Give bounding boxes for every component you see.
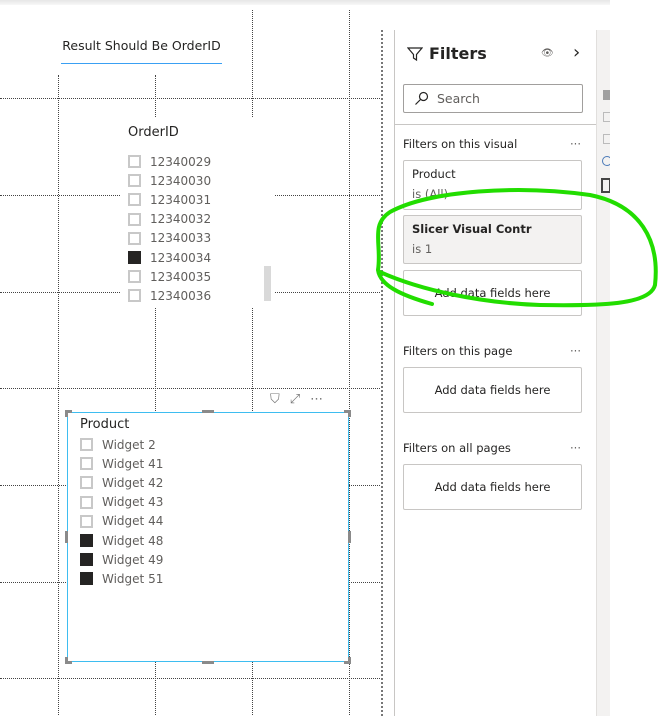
filter-card-state: is (All)	[412, 187, 449, 201]
visual-icon[interactable]	[603, 90, 610, 100]
slicer-icon[interactable]	[601, 178, 610, 193]
filters-pane: Filters 👁 › Search Filters on this visua…	[394, 30, 597, 716]
filters-title: Filters	[429, 44, 487, 63]
add-fields-all-pages[interactable]: Add data fields here	[403, 464, 582, 510]
filter-icon[interactable]: ⛉	[270, 392, 280, 407]
section-filters-on-page: Filters on this page ···	[403, 344, 581, 358]
title-underline	[61, 63, 222, 64]
canvas-divider	[381, 30, 383, 716]
search-icon	[415, 91, 429, 105]
checkbox[interactable]	[80, 495, 93, 509]
more-options-icon[interactable]: ···	[570, 344, 581, 358]
add-fields-label: Add data fields here	[434, 383, 551, 397]
checkbox[interactable]	[80, 534, 93, 548]
checkbox[interactable]	[128, 193, 141, 207]
add-fields-visual[interactable]: Add data fields here	[403, 270, 582, 316]
slicer-item[interactable]: 12340035	[128, 267, 275, 286]
slicer-item-label: 12340030	[150, 173, 212, 188]
empty-area	[610, 0, 660, 716]
add-fields-page[interactable]: Add data fields here	[403, 367, 582, 413]
slicer-item[interactable]: 12340032	[128, 210, 275, 229]
slicer-item-label: Widget 49	[102, 552, 164, 567]
slicer-item-label: Widget 51	[102, 571, 164, 586]
checkbox[interactable]	[128, 270, 141, 284]
slicer-item[interactable]: Widget 43	[80, 493, 348, 512]
slicer-item[interactable]: 12340033	[128, 229, 275, 248]
add-fields-label: Add data fields here	[434, 286, 551, 300]
slicer-scrollbar[interactable]	[264, 266, 271, 301]
filters-search-input[interactable]: Search	[403, 84, 583, 113]
slicer-item[interactable]: 12340031	[128, 190, 275, 209]
slicer-item[interactable]: 12340030	[128, 171, 275, 190]
visual-icon[interactable]	[603, 134, 610, 144]
more-options-icon[interactable]: ···	[570, 441, 581, 455]
slicer-item[interactable]: Widget 51	[80, 569, 348, 588]
filter-card-state: is 1	[412, 242, 433, 256]
slicer-item-label: Widget 44	[102, 514, 164, 529]
orderid-slicer[interactable]: OrderID 12340029 12340030 12340031 12340032…	[120, 118, 275, 308]
checkbox[interactable]	[80, 553, 93, 567]
product-slicer[interactable]: Product Widget 2 Widget 41 Widget 42 Widget…	[65, 410, 351, 664]
funnel-icon	[407, 46, 423, 61]
slicer-item-label: 12340029	[150, 154, 212, 169]
slicer-item[interactable]: 12340034	[128, 248, 275, 267]
section-label: Filters on this visual	[403, 137, 518, 151]
filter-card-product[interactable]: Product is (All)	[403, 160, 582, 210]
slicer-item-label: Widget 48	[102, 533, 164, 548]
slicer-item-label: 12340033	[150, 231, 212, 246]
slicer-item-label: Widget 43	[102, 495, 164, 510]
checkbox[interactable]	[128, 289, 141, 303]
slicer-item-label: 12340031	[150, 192, 212, 207]
slicer-item-label: Widget 42	[102, 475, 164, 490]
filter-card-field: Slicer Visual Contr	[412, 222, 532, 236]
slicer-item[interactable]: Widget 44	[80, 512, 348, 531]
slicer-item-label: Widget 41	[102, 456, 164, 471]
more-options-icon[interactable]: ···	[570, 137, 581, 151]
more-options-icon[interactable]: ⋯	[310, 392, 323, 407]
slicer-item[interactable]: Widget 41	[80, 454, 348, 473]
slicer-item[interactable]: Widget 48	[80, 531, 348, 550]
title-textbox[interactable]: Result Should Be OrderID	[61, 38, 222, 53]
checkbox[interactable]	[128, 155, 141, 169]
checkbox[interactable]	[128, 174, 141, 188]
filter-card-slicer-visual-control[interactable]: Slicer Visual Contr is 1	[403, 215, 582, 264]
checkbox[interactable]	[128, 231, 141, 245]
visualizations-pane-edge	[596, 30, 610, 716]
slicer-item-label: 12340034	[150, 250, 212, 265]
checkbox[interactable]	[128, 212, 141, 226]
slicer-header: Product	[80, 417, 130, 432]
focus-mode-icon[interactable]: ⤢	[290, 392, 300, 407]
slicer-header: OrderID	[128, 125, 179, 140]
slicer-item-label: 12340036	[150, 288, 212, 303]
globe-icon[interactable]	[602, 156, 610, 166]
filter-card-field: Product	[412, 167, 456, 181]
section-label: Filters on this page	[403, 344, 513, 358]
search-placeholder: Search	[437, 91, 480, 106]
collapse-chevron-icon[interactable]: ›	[573, 42, 580, 63]
checkbox[interactable]	[80, 476, 93, 490]
visual-icon[interactable]	[603, 112, 610, 122]
eye-icon[interactable]: 👁	[541, 48, 554, 59]
section-label: Filters on all pages	[403, 441, 511, 455]
slicer-item[interactable]: Widget 49	[80, 550, 348, 569]
checkbox[interactable]	[128, 251, 141, 265]
checkbox[interactable]	[80, 514, 93, 528]
separator	[395, 124, 597, 125]
section-filters-on-visual: Filters on this visual ···	[403, 137, 581, 151]
slicer-item-label: 12340032	[150, 212, 212, 227]
add-fields-label: Add data fields here	[434, 480, 551, 494]
section-filters-on-all-pages: Filters on all pages ···	[403, 441, 581, 455]
visual-header-toolbar: ⛉ ⤢ ⋯	[270, 392, 323, 407]
slicer-item[interactable]: Widget 42	[80, 473, 348, 492]
slicer-item[interactable]: Widget 2	[80, 435, 348, 454]
slicer-item[interactable]: 12340029	[128, 152, 275, 171]
checkbox[interactable]	[80, 438, 93, 452]
checkbox[interactable]	[80, 572, 93, 586]
slicer-item-label: 12340035	[150, 269, 212, 284]
slicer-item[interactable]: 12340036	[128, 286, 275, 305]
slicer-item-label: Widget 2	[102, 437, 156, 452]
filters-header: Filters	[407, 44, 487, 63]
checkbox[interactable]	[80, 457, 93, 471]
